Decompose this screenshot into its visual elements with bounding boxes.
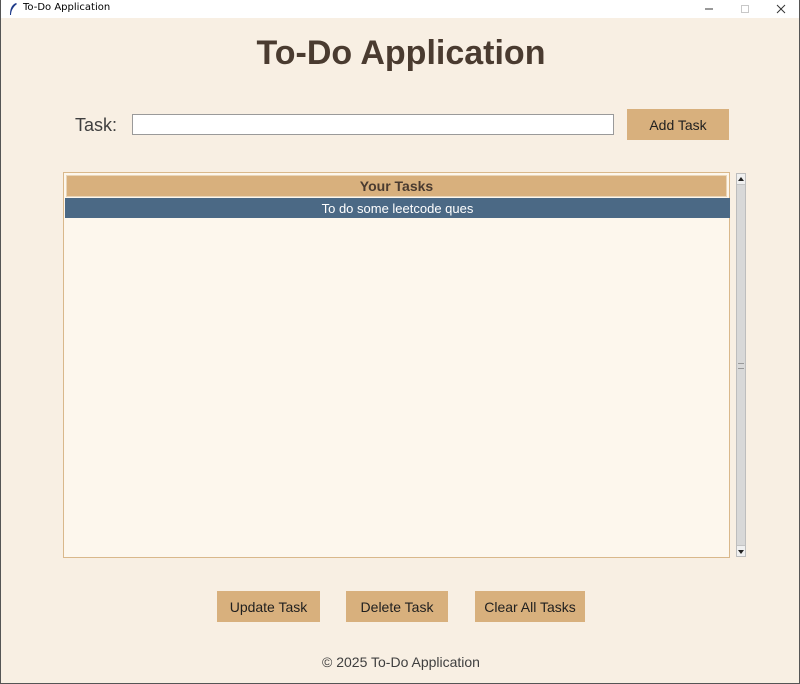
triangle-down-icon: [738, 549, 744, 554]
page-title: To-Do Application: [256, 34, 546, 72]
title-bar: To-Do Application: [1, 0, 799, 18]
scroll-down-button[interactable]: [737, 547, 745, 556]
list-header: Your Tasks: [66, 175, 727, 197]
add-task-button[interactable]: Add Task: [627, 109, 729, 140]
close-icon: [776, 4, 786, 14]
minimize-button[interactable]: [691, 0, 727, 18]
scroll-grip: [738, 363, 744, 369]
window-title: To-Do Application: [23, 2, 111, 13]
scroll-thumb[interactable]: [737, 184, 745, 546]
task-label: Task:: [75, 115, 118, 135]
feather-icon: [10, 3, 17, 15]
close-button[interactable]: [763, 0, 799, 18]
maximize-button[interactable]: [727, 0, 763, 18]
app-window: To-Do Application To-Do Application Task…: [0, 0, 800, 684]
scroll-up-button[interactable]: [737, 174, 745, 183]
vertical-scrollbar[interactable]: [736, 173, 746, 557]
list-item[interactable]: To do some leetcode ques: [65, 198, 730, 218]
minimize-icon: [705, 8, 713, 10]
delete-task-button[interactable]: Delete Task: [346, 591, 448, 622]
task-input[interactable]: [132, 114, 614, 135]
task-listbox[interactable]: Your Tasks To do some leetcode ques: [63, 172, 730, 558]
update-task-button[interactable]: Update Task: [217, 591, 320, 622]
footer-copyright: © 2025 To-Do Application: [322, 654, 480, 670]
clear-all-tasks-button[interactable]: Clear All Tasks: [475, 591, 585, 622]
maximize-icon: [741, 5, 749, 13]
triangle-up-icon: [738, 176, 744, 181]
